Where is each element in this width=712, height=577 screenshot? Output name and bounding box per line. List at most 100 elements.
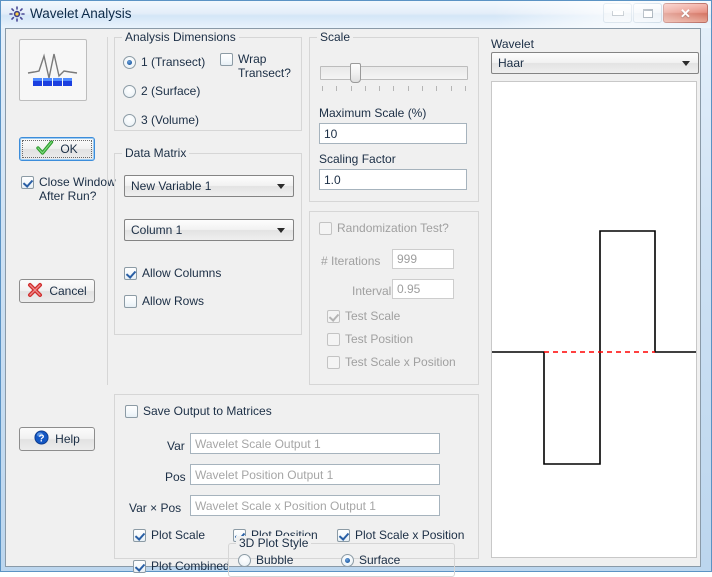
plot-scale-x-position-checkbox[interactable]: Plot Scale x Position (337, 528, 464, 542)
close-icon: ✕ (680, 5, 691, 21)
cancel-button[interactable]: Cancel (19, 279, 95, 303)
test-scale-x-position-label: Test Scale x Position (345, 355, 456, 369)
data-matrix-group: Data Matrix New Variable 1 Column 1 Allo… (114, 146, 302, 335)
chevron-down-icon (277, 184, 285, 189)
checkbox-box (21, 176, 34, 189)
var-output-input[interactable]: Wavelet Scale Output 1 (190, 433, 440, 454)
maximum-scale-value: 10 (324, 126, 338, 141)
data-matrix-legend: Data Matrix (122, 146, 190, 160)
ok-button-label: OK (60, 142, 78, 156)
scaling-factor-label: Scaling Factor (319, 152, 396, 166)
minimize-button[interactable] (603, 3, 632, 23)
radio-bubble[interactable]: Bubble (238, 553, 293, 567)
application-window: Wavelet Analysis ✕ OK Close Window After… (0, 0, 712, 577)
allow-columns-checkbox[interactable]: Allow Columns (124, 266, 221, 280)
check-icon (36, 139, 54, 159)
plot-scale-checkbox[interactable]: Plot Scale (133, 528, 205, 542)
ok-button[interactable]: OK (19, 137, 95, 161)
save-output-checkbox[interactable]: Save Output to Matrices (125, 404, 272, 418)
plot-scale-label: Plot Scale (151, 528, 206, 542)
interval-input[interactable]: 0.95 (392, 279, 454, 299)
randomization-test-checkbox[interactable]: Randomization Test? (319, 221, 449, 235)
chevron-down-icon (277, 228, 285, 233)
close-button[interactable]: ✕ (663, 3, 708, 23)
radio-3-volume[interactable]: 3 (Volume) (123, 113, 199, 127)
checkbox-box (125, 405, 138, 418)
iterations-input[interactable]: 999 (392, 249, 454, 269)
wavelet-select[interactable]: Haar (491, 52, 699, 74)
pos-output-placeholder: Wavelet Position Output 1 (195, 467, 334, 482)
help-button[interactable]: ? Help (19, 427, 95, 451)
radio-1-transect-label: 1 (Transect) (141, 55, 206, 69)
cross-icon (27, 282, 43, 301)
radio-dot (123, 84, 136, 98)
wavelet-plot (492, 82, 696, 557)
test-scale-x-position-checkbox[interactable]: Test Scale x Position (327, 355, 456, 369)
checkbox-box (133, 560, 146, 573)
window-title: Wavelet Analysis (30, 6, 132, 21)
maximum-scale-input[interactable]: 10 (319, 123, 467, 144)
scale-slider-thumb[interactable] (350, 63, 361, 83)
cancel-button-label: Cancel (49, 284, 87, 298)
test-scale-checkbox[interactable]: Test Scale (327, 309, 400, 323)
plot-combined-checkbox[interactable]: Plot Combined (133, 559, 230, 573)
randomization-group: Randomization Test? # Iterations 999 Int… (309, 211, 479, 385)
scale-slider-track[interactable] (320, 66, 468, 80)
test-position-label: Test Position (345, 332, 414, 346)
iterations-label: # Iterations (321, 254, 381, 268)
allow-columns-label: Allow Columns (142, 266, 222, 280)
var-label: Var (167, 439, 185, 453)
radio-1-transect[interactable]: 1 (Transect) (123, 55, 205, 69)
scale-slider-ticks (322, 86, 466, 91)
checkbox-box (327, 310, 340, 323)
test-position-checkbox[interactable]: Test Position (327, 332, 413, 346)
radio-2-surface[interactable]: 2 (Surface) (123, 84, 200, 98)
scaling-factor-value: 1.0 (324, 172, 341, 187)
wavelet-legend: Wavelet (491, 37, 534, 51)
radio-surface-label: Surface (359, 553, 401, 567)
randomization-test-label: Randomization Test? (337, 221, 449, 235)
checkbox-box (327, 333, 340, 346)
save-output-label: Save Output to Matrices (143, 404, 272, 418)
radio-dot (123, 55, 136, 69)
wrap-transect-checkbox[interactable]: Wrap Transect? (220, 52, 298, 80)
variable-select[interactable]: New Variable 1 (124, 175, 294, 197)
wavelet-app-icon (9, 6, 25, 22)
help-icon: ? (34, 430, 49, 448)
maximize-button[interactable] (633, 3, 662, 23)
variable-select-value: New Variable 1 (131, 179, 212, 193)
scaling-factor-input[interactable]: 1.0 (319, 169, 467, 190)
checkbox-box (319, 222, 332, 235)
test-scale-label: Test Scale (345, 309, 401, 323)
var-x-pos-output-input[interactable]: Wavelet Scale x Position Output 1 (190, 495, 440, 516)
close-window-after-run-checkbox[interactable]: Close Window After Run? (21, 175, 116, 203)
title-bar[interactable]: Wavelet Analysis ✕ (1, 1, 711, 28)
checkbox-box (133, 529, 146, 542)
close-window-after-run-label: Close Window After Run? (39, 175, 116, 203)
radio-dot (238, 553, 251, 567)
wavelet-select-value: Haar (498, 56, 525, 70)
radio-bubble-label: Bubble (256, 553, 294, 567)
column-select[interactable]: Column 1 (124, 219, 294, 241)
analysis-dimensions-legend: Analysis Dimensions (122, 30, 239, 44)
var-x-pos-output-placeholder: Wavelet Scale x Position Output 1 (195, 498, 376, 513)
wavelet-curve (492, 231, 696, 464)
focus-ring (22, 140, 92, 158)
pos-output-input[interactable]: Wavelet Position Output 1 (190, 464, 440, 485)
plot-style-legend: 3D Plot Style (236, 536, 312, 550)
column-select-value: Column 1 (131, 223, 183, 237)
checkbox-box (337, 529, 350, 542)
maximize-icon (642, 8, 653, 18)
analysis-dimensions-group: Analysis Dimensions 1 (Transect) 2 (Surf… (114, 30, 302, 131)
checkbox-box (327, 356, 340, 369)
plot-scale-x-position-label: Plot Scale x Position (355, 528, 465, 542)
wrap-transect-label: Wrap Transect? (238, 52, 291, 80)
radio-surface[interactable]: Surface (341, 553, 400, 567)
interval-value: 0.95 (397, 282, 421, 296)
wavelet-plot-panel (491, 81, 697, 558)
radio-2-surface-label: 2 (Surface) (141, 84, 201, 98)
allow-rows-checkbox[interactable]: Allow Rows (124, 294, 204, 308)
maximum-scale-label: Maximum Scale (%) (319, 106, 427, 120)
help-button-label: Help (55, 432, 80, 446)
scale-legend: Scale (317, 30, 354, 44)
